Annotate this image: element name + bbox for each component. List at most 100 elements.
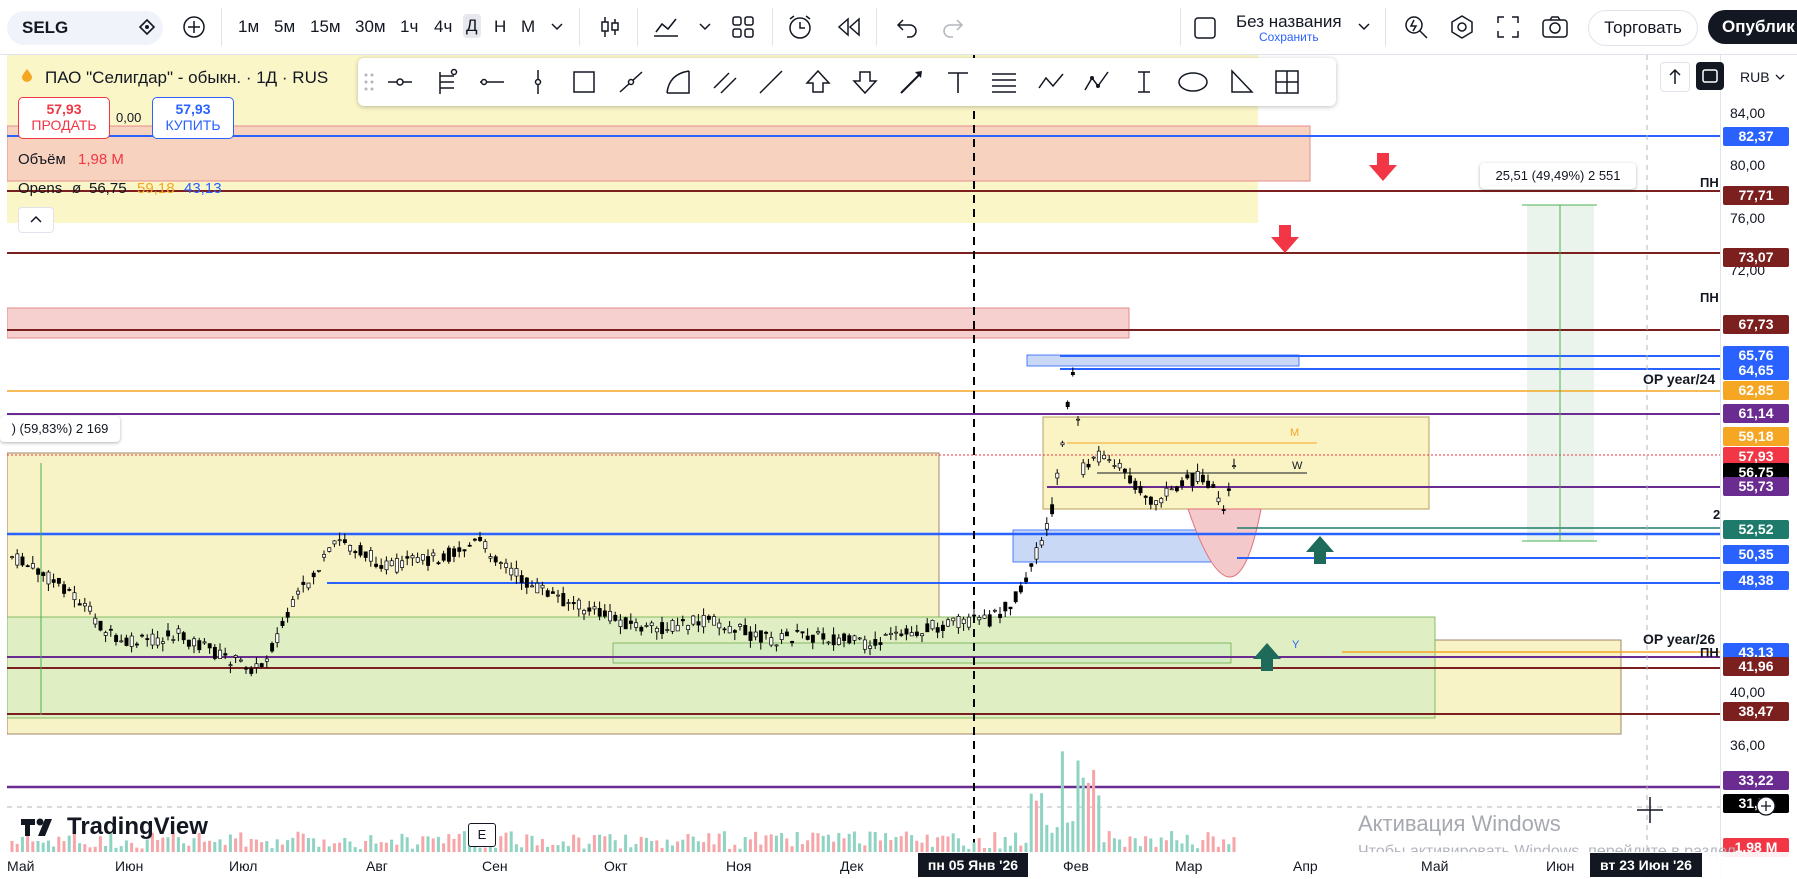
horizontal-line-icon[interactable] — [478, 68, 506, 96]
triangle-icon[interactable] — [1227, 68, 1255, 96]
arrow-marker-icon[interactable] — [898, 68, 926, 96]
candle — [842, 633, 847, 641]
parallel-channel-icon[interactable] — [711, 68, 739, 96]
candle — [675, 625, 680, 632]
candle — [72, 592, 77, 601]
chevron-down-icon[interactable] — [551, 22, 563, 32]
timeframe-1h[interactable]: 1ч — [400, 17, 418, 37]
drag-handle-icon[interactable] — [362, 71, 376, 93]
candle — [946, 619, 951, 627]
volume-bar — [1112, 838, 1116, 853]
indicators-icon[interactable] — [652, 14, 680, 40]
redo-icon[interactable] — [941, 16, 965, 38]
candle — [483, 541, 488, 549]
candle — [587, 607, 592, 612]
buy-button[interactable]: 57,93 КУПИТЬ — [152, 97, 234, 139]
settings-icon[interactable] — [1449, 14, 1475, 40]
auto-scale-button[interactable] — [1696, 62, 1724, 90]
volume-bar — [977, 838, 981, 853]
pitchfork-icon[interactable] — [434, 68, 462, 96]
rectangle-icon[interactable] — [570, 68, 598, 96]
compare-icon[interactable] — [138, 18, 156, 36]
sell-button[interactable]: 57,93 ПРОДАТЬ — [18, 97, 110, 139]
replay-icon[interactable] — [836, 15, 862, 39]
volume-bar — [343, 837, 347, 853]
candle — [114, 635, 119, 642]
candle — [478, 536, 483, 541]
candle — [431, 552, 436, 557]
timeframe-15m[interactable]: 15м — [310, 17, 341, 37]
abcd-pattern-icon[interactable] — [1083, 68, 1111, 96]
collapse-legend-button[interactable] — [18, 207, 54, 233]
volume-bar — [530, 835, 534, 853]
volume-bar — [1206, 832, 1210, 853]
alert-icon[interactable] — [786, 13, 814, 41]
arrow-up-tool-icon[interactable] — [804, 68, 832, 96]
measure-tooltip: 25,51 (49,49%) 2 551 — [1480, 163, 1636, 189]
timeframe-month[interactable]: М — [521, 17, 535, 37]
candle — [46, 571, 51, 585]
timeframe-5m[interactable]: 5м — [274, 17, 295, 37]
time-axis[interactable] — [0, 852, 1797, 879]
timeframe-30m[interactable]: 30м — [355, 17, 386, 37]
horizontal-ray-icon[interactable] — [386, 68, 414, 96]
timeframe-day[interactable]: Д — [463, 14, 481, 38]
candle — [764, 631, 769, 634]
candle — [394, 558, 399, 573]
path-icon[interactable] — [1037, 68, 1065, 96]
candle — [1008, 606, 1013, 610]
price-chart[interactable] — [7, 55, 1720, 879]
measure-icon[interactable] — [1130, 68, 1158, 96]
symbol-label[interactable]: SELG — [22, 18, 68, 38]
text-tool-icon[interactable] — [944, 68, 972, 96]
candle — [857, 637, 862, 640]
tradingview-logo[interactable]: TradingView — [21, 813, 208, 841]
arc-icon[interactable] — [664, 68, 692, 96]
scroll-up-button[interactable] — [1660, 62, 1690, 92]
timeframe-week[interactable]: Н — [494, 17, 506, 37]
time-tick: Апр — [1293, 858, 1318, 874]
candle — [56, 577, 61, 584]
candle — [150, 633, 155, 646]
grid-tool-icon[interactable] — [1273, 68, 1301, 96]
add-symbol-icon[interactable] — [182, 15, 206, 39]
templates-icon[interactable] — [731, 15, 755, 39]
layout-name[interactable]: Без названия — [1236, 12, 1342, 32]
opens-value-1: 56,75 — [89, 180, 127, 197]
add-price-line-icon[interactable] — [1755, 795, 1777, 817]
arrow-down-tool-icon[interactable] — [851, 68, 879, 96]
currency-label[interactable]: RUB — [1740, 69, 1770, 85]
layout-icon[interactable] — [1194, 17, 1216, 39]
candle — [238, 659, 243, 662]
camera-icon[interactable] — [1541, 14, 1569, 40]
publish-button[interactable]: Опублик — [1708, 10, 1797, 44]
undo-icon[interactable] — [895, 16, 919, 38]
ray-icon[interactable] — [757, 68, 785, 96]
trend-line-icon[interactable] — [617, 68, 645, 96]
symbol-title[interactable]: ПАО "Селигдар" - обыкн. · 1Д · RUS — [45, 68, 328, 88]
volume-bar — [525, 834, 529, 853]
candle — [25, 565, 30, 568]
price-tick: 80,00 — [1730, 157, 1766, 173]
chevron-down-icon[interactable] — [1775, 74, 1785, 82]
candle — [613, 614, 618, 621]
candle — [1200, 474, 1205, 483]
fib-retracement-icon[interactable] — [990, 68, 1018, 96]
timeframe-1m[interactable]: 1м — [238, 17, 259, 37]
events-marker[interactable]: E — [468, 823, 496, 847]
chevron-down-icon[interactable] — [699, 22, 711, 32]
candle — [358, 545, 363, 556]
candle — [576, 599, 581, 610]
candles-icon[interactable] — [597, 14, 623, 40]
fullscreen-icon[interactable] — [1497, 16, 1519, 38]
ellipse-icon[interactable] — [1176, 68, 1210, 96]
quick-search-icon[interactable] — [1403, 14, 1429, 40]
volume-bar — [1133, 838, 1137, 853]
chevron-down-icon[interactable] — [1358, 22, 1370, 32]
candle — [140, 634, 145, 637]
timeframe-4h[interactable]: 4ч — [434, 17, 452, 37]
candle — [717, 622, 722, 629]
trade-button[interactable]: Торговать — [1588, 10, 1698, 46]
volume-bar — [1149, 838, 1153, 853]
vertical-line-icon[interactable] — [524, 68, 552, 96]
